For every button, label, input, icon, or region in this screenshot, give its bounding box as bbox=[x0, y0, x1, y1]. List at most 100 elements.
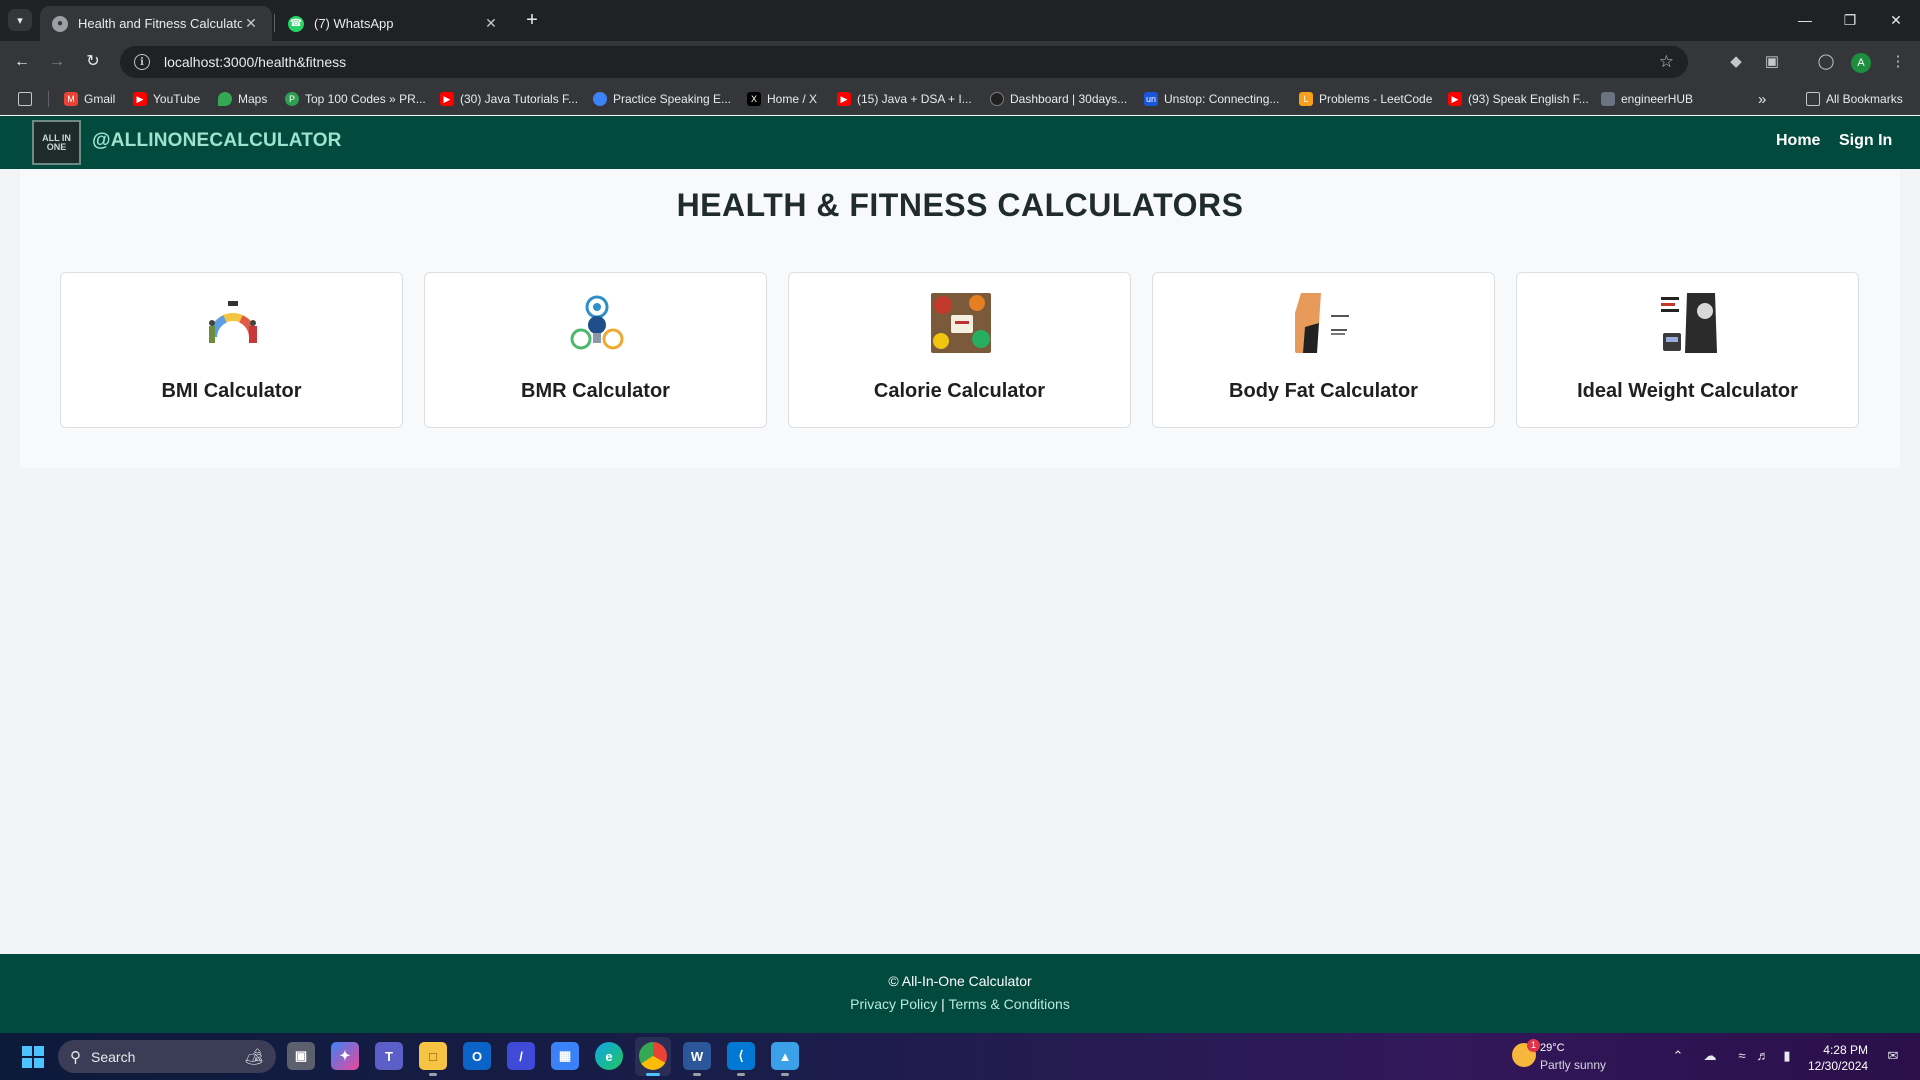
card-title: BMI Calculator bbox=[161, 380, 302, 402]
main-content: HEALTH & FITNESS CALCULATORS BMI Calcula… bbox=[20, 169, 1900, 468]
windows-start-icon[interactable] bbox=[22, 1046, 44, 1068]
privacy-policy-link[interactable]: Privacy Policy bbox=[850, 996, 937, 1012]
photos-icon[interactable]: ▲ bbox=[771, 1042, 799, 1076]
more-bookmarks-icon[interactable]: » bbox=[1758, 89, 1766, 109]
close-icon[interactable]: ✕ bbox=[482, 15, 500, 32]
reload-icon[interactable]: ↻ bbox=[81, 50, 105, 74]
terms-link[interactable]: Terms & Conditions bbox=[948, 996, 1069, 1012]
site-footer: © All-In-One Calculator Privacy Policy |… bbox=[0, 954, 1920, 1033]
bookmark-leetcode[interactable]: L Problems - LeetCode bbox=[1299, 89, 1432, 109]
tab-divider bbox=[274, 14, 275, 32]
close-icon[interactable]: ✕ bbox=[242, 15, 260, 32]
bookmark-label: Practice Speaking E... bbox=[613, 92, 732, 106]
site-icon bbox=[1601, 92, 1615, 106]
site-icon bbox=[593, 92, 607, 106]
bookmark-gmail[interactable]: M Gmail bbox=[64, 89, 115, 109]
window-close-icon[interactable]: ✕ bbox=[1884, 8, 1908, 32]
bookmark-engineerhub[interactable]: engineerHUB bbox=[1601, 89, 1693, 109]
youtube-icon: ▶ bbox=[837, 92, 851, 106]
back-icon[interactable]: ← bbox=[10, 50, 34, 74]
card-title: Ideal Weight Calculator bbox=[1577, 380, 1798, 402]
menu-kebab-icon[interactable]: ⋮ bbox=[1886, 50, 1910, 74]
bookmark-label: engineerHUB bbox=[1621, 92, 1694, 106]
profile-avatar[interactable]: A bbox=[1851, 53, 1871, 73]
copilot-icon[interactable]: ✦ bbox=[331, 1042, 359, 1070]
logo-image-text: ALL IN ONE bbox=[42, 132, 71, 152]
task-view-icon[interactable]: ▣ bbox=[287, 1042, 315, 1070]
performance-icon[interactable]: ◯ bbox=[1814, 50, 1838, 74]
site-brand-text[interactable]: @ALLINONECALCULATOR bbox=[92, 130, 342, 152]
battery-icon[interactable]: ▮ bbox=[1778, 1047, 1796, 1065]
chrome-icon[interactable] bbox=[639, 1042, 667, 1076]
outlook-icon[interactable]: O bbox=[463, 1042, 491, 1070]
youtube-icon: ▶ bbox=[1448, 92, 1462, 106]
bookmark-speak-english[interactable]: ▶ (93) Speak English F... bbox=[1448, 89, 1589, 109]
apps-grid-icon[interactable] bbox=[18, 89, 38, 109]
chevron-up-icon[interactable]: ⌃ bbox=[1669, 1047, 1687, 1065]
card-title: Body Fat Calculator bbox=[1229, 380, 1418, 402]
bookmark-java-tutorials[interactable]: ▶ (30) Java Tutorials F... bbox=[440, 89, 578, 109]
card-body-fat-calculator[interactable]: Body Fat Calculator bbox=[1152, 272, 1495, 428]
volume-icon[interactable]: ♬ bbox=[1754, 1047, 1772, 1065]
file-explorer-icon[interactable]: □ bbox=[419, 1042, 447, 1076]
bookmark-x[interactable]: X Home / X bbox=[747, 89, 817, 109]
bookmark-dashboard[interactable]: Dashboard | 30days... bbox=[990, 89, 1127, 109]
bookmark-label: (30) Java Tutorials F... bbox=[460, 92, 579, 106]
restore-icon[interactable]: ❐ bbox=[1838, 8, 1862, 32]
bookmark-java-dsa[interactable]: ▶ (15) Java + DSA + I... bbox=[837, 89, 972, 109]
clock-date: 12/30/2024 bbox=[1808, 1059, 1869, 1073]
card-title: BMR Calculator bbox=[521, 380, 670, 402]
vscode-icon[interactable]: ⟨ bbox=[727, 1042, 755, 1076]
onedrive-icon[interactable]: ☁ bbox=[1701, 1047, 1719, 1065]
teams-icon[interactable]: T bbox=[375, 1042, 403, 1070]
taskbar-clock[interactable]: 4:28 PM 12/30/2024 bbox=[1808, 1042, 1868, 1074]
all-bookmarks-label: All Bookmarks bbox=[1826, 92, 1903, 106]
weather-badge: 1 bbox=[1527, 1039, 1540, 1052]
site-info-icon[interactable]: i bbox=[134, 54, 150, 70]
nav-home-link[interactable]: Home bbox=[1776, 132, 1820, 150]
bookmark-top100[interactable]: P Top 100 Codes » PR... bbox=[285, 89, 426, 109]
windows-taskbar: ⚲ Search 🏕 ▣ ✦ T □ O / ▦ e W ⟨ ▲ 1 29°C … bbox=[0, 1033, 1920, 1080]
bookmark-unstop[interactable]: un Unstop: Connecting... bbox=[1144, 89, 1279, 109]
bookmark-maps[interactable]: Maps bbox=[218, 89, 267, 109]
bookmark-label: Home / X bbox=[767, 92, 818, 106]
bookmark-star-icon[interactable]: ☆ bbox=[1659, 52, 1674, 72]
card-bmi-calculator[interactable]: BMI Calculator bbox=[60, 272, 403, 428]
site-icon: P bbox=[285, 92, 299, 106]
new-tab-button[interactable]: + bbox=[520, 8, 544, 32]
extension-icon[interactable]: ◆ bbox=[1724, 50, 1748, 74]
tab-health-fitness[interactable]: ● Health and Fitness Calculators ✕ bbox=[40, 6, 272, 41]
card-ideal-weight-calculator[interactable]: Ideal Weight Calculator bbox=[1516, 272, 1859, 428]
address-bar[interactable]: i localhost:3000/health&fitness ☆ bbox=[120, 46, 1688, 78]
notification-icon[interactable]: ✉ bbox=[1884, 1047, 1902, 1065]
all-bookmarks[interactable]: All Bookmarks bbox=[1806, 89, 1903, 109]
card-bmr-calculator[interactable]: BMR Calculator bbox=[424, 272, 767, 428]
word-icon[interactable]: W bbox=[683, 1042, 711, 1076]
bookmark-youtube[interactable]: ▶ YouTube bbox=[133, 89, 200, 109]
card-calorie-calculator[interactable]: Calorie Calculator bbox=[788, 272, 1131, 428]
bookmark-practice-speaking[interactable]: Practice Speaking E... bbox=[593, 89, 731, 109]
edge-icon[interactable]: e bbox=[595, 1042, 623, 1070]
bmr-diagram-icon bbox=[567, 293, 627, 353]
forward-icon[interactable]: → bbox=[45, 50, 69, 74]
powerautomate-icon[interactable]: / bbox=[507, 1042, 535, 1070]
tab-search-button[interactable]: ▾ bbox=[8, 9, 32, 31]
nav-sign-in-link[interactable]: Sign In bbox=[1839, 132, 1892, 150]
weather-widget[interactable]: 1 29°C Partly sunny bbox=[1512, 1039, 1642, 1075]
wifi-icon[interactable]: ≈ bbox=[1733, 1047, 1751, 1065]
taskbar-search[interactable]: ⚲ Search 🏕 bbox=[58, 1040, 276, 1073]
tab-whatsapp[interactable]: ☎ (7) WhatsApp ✕ bbox=[276, 6, 512, 41]
site-logo[interactable]: ALL IN ONE bbox=[32, 120, 81, 165]
bookmark-label: Problems - LeetCode bbox=[1319, 92, 1433, 106]
bookmark-label: Dashboard | 30days... bbox=[1010, 92, 1128, 106]
store-icon[interactable]: ▦ bbox=[551, 1042, 579, 1070]
food-calorie-icon bbox=[931, 293, 991, 353]
minimize-icon[interactable]: — bbox=[1793, 8, 1817, 32]
weather-desc: Partly sunny bbox=[1540, 1058, 1607, 1072]
youtube-icon: ▶ bbox=[440, 92, 454, 106]
bookmark-label: (93) Speak English F... bbox=[1468, 92, 1589, 106]
gmail-icon: M bbox=[64, 92, 78, 106]
puzzle-icon[interactable]: ▣ bbox=[1760, 50, 1784, 74]
unstop-icon: un bbox=[1144, 92, 1158, 106]
address-url[interactable]: localhost:3000/health&fitness bbox=[164, 54, 1659, 70]
